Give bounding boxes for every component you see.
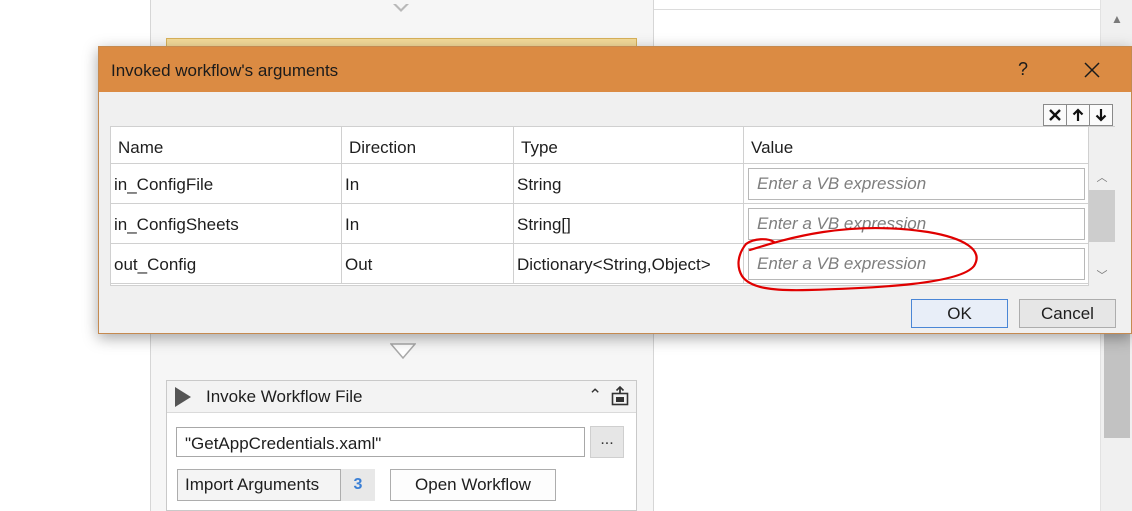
column-header-value[interactable]: Value xyxy=(744,127,1089,164)
delete-icon xyxy=(1049,109,1061,121)
argument-name: out_Config xyxy=(111,244,342,284)
collapse-icon[interactable]: ⌃ xyxy=(588,387,602,404)
scroll-up-icon[interactable]: ▲ xyxy=(1101,12,1132,26)
invoke-workflow-activity[interactable]: Invoke Workflow File ⌃ "GetAppCredential… xyxy=(166,380,637,511)
activity-title: Invoke Workflow File xyxy=(206,387,363,406)
drop-zone-arrow-icon xyxy=(390,343,416,359)
grid-header-row: Name Direction Type Value xyxy=(111,127,1088,164)
open-workflow-button[interactable]: Open Workflow xyxy=(390,469,556,501)
column-header-name[interactable]: Name xyxy=(111,127,342,164)
column-header-type[interactable]: Type xyxy=(514,127,744,164)
close-icon[interactable] xyxy=(1077,55,1107,85)
grid-scroll-thumb[interactable] xyxy=(1089,190,1115,242)
dialog-titlebar[interactable]: Invoked workflow's arguments ? xyxy=(99,47,1131,92)
designer-top-strip xyxy=(654,0,1100,10)
table-row[interactable]: in_ConfigSheets In String[] xyxy=(111,204,1088,244)
workflow-file-path-input[interactable]: "GetAppCredentials.xaml" xyxy=(176,427,585,457)
argument-type[interactable]: String xyxy=(514,164,744,204)
cancel-button[interactable]: Cancel xyxy=(1019,299,1116,328)
move-down-button[interactable] xyxy=(1089,104,1113,126)
argument-direction[interactable]: In xyxy=(342,164,514,204)
column-header-direction[interactable]: Direction xyxy=(342,127,514,164)
argument-value-input[interactable] xyxy=(748,248,1085,280)
open-workflow-icon[interactable] xyxy=(611,386,629,406)
argument-direction[interactable]: Out xyxy=(342,244,514,284)
argument-type[interactable]: Dictionary<String,Object> xyxy=(514,244,744,284)
delete-argument-button[interactable] xyxy=(1043,104,1067,126)
activity-header[interactable]: Invoke Workflow File ⌃ xyxy=(167,381,636,413)
browse-button[interactable]: ... xyxy=(590,426,624,458)
argument-value-input[interactable] xyxy=(748,208,1085,240)
grid-vertical-scrollbar[interactable]: ︿ ﹀ xyxy=(1089,126,1115,286)
table-row[interactable]: in_ConfigFile In String xyxy=(111,164,1088,204)
arguments-grid: Name Direction Type Value in_ConfigFile … xyxy=(110,126,1089,286)
invoked-workflow-arguments-dialog: Invoked workflow's arguments ? Name Dire… xyxy=(98,46,1132,334)
chevron-up-icon[interactable]: ︿ xyxy=(1089,169,1115,185)
move-up-icon xyxy=(1072,108,1084,121)
move-up-button[interactable] xyxy=(1066,104,1090,126)
ok-button[interactable]: OK xyxy=(911,299,1008,328)
argument-name: in_ConfigSheets xyxy=(111,204,342,244)
grid-toolbar xyxy=(1043,104,1113,126)
argument-type[interactable]: String[] xyxy=(514,204,744,244)
play-icon xyxy=(175,387,191,407)
argument-count-badge: 3 xyxy=(341,469,375,501)
move-down-icon xyxy=(1095,109,1107,122)
help-button[interactable]: ? xyxy=(1009,55,1037,83)
dialog-title: Invoked workflow's arguments xyxy=(111,61,339,80)
table-row[interactable]: out_Config Out Dictionary<String,Object> xyxy=(111,244,1088,284)
import-arguments-button[interactable]: Import Arguments xyxy=(177,469,341,501)
argument-direction[interactable]: In xyxy=(342,204,514,244)
argument-value-input[interactable] xyxy=(748,168,1085,200)
chevron-down-icon[interactable]: ﹀ xyxy=(1089,267,1115,283)
import-arguments-label: Import Arguments xyxy=(185,475,320,494)
top-drop-arrow-icon xyxy=(393,3,409,12)
argument-name: in_ConfigFile xyxy=(111,164,342,204)
